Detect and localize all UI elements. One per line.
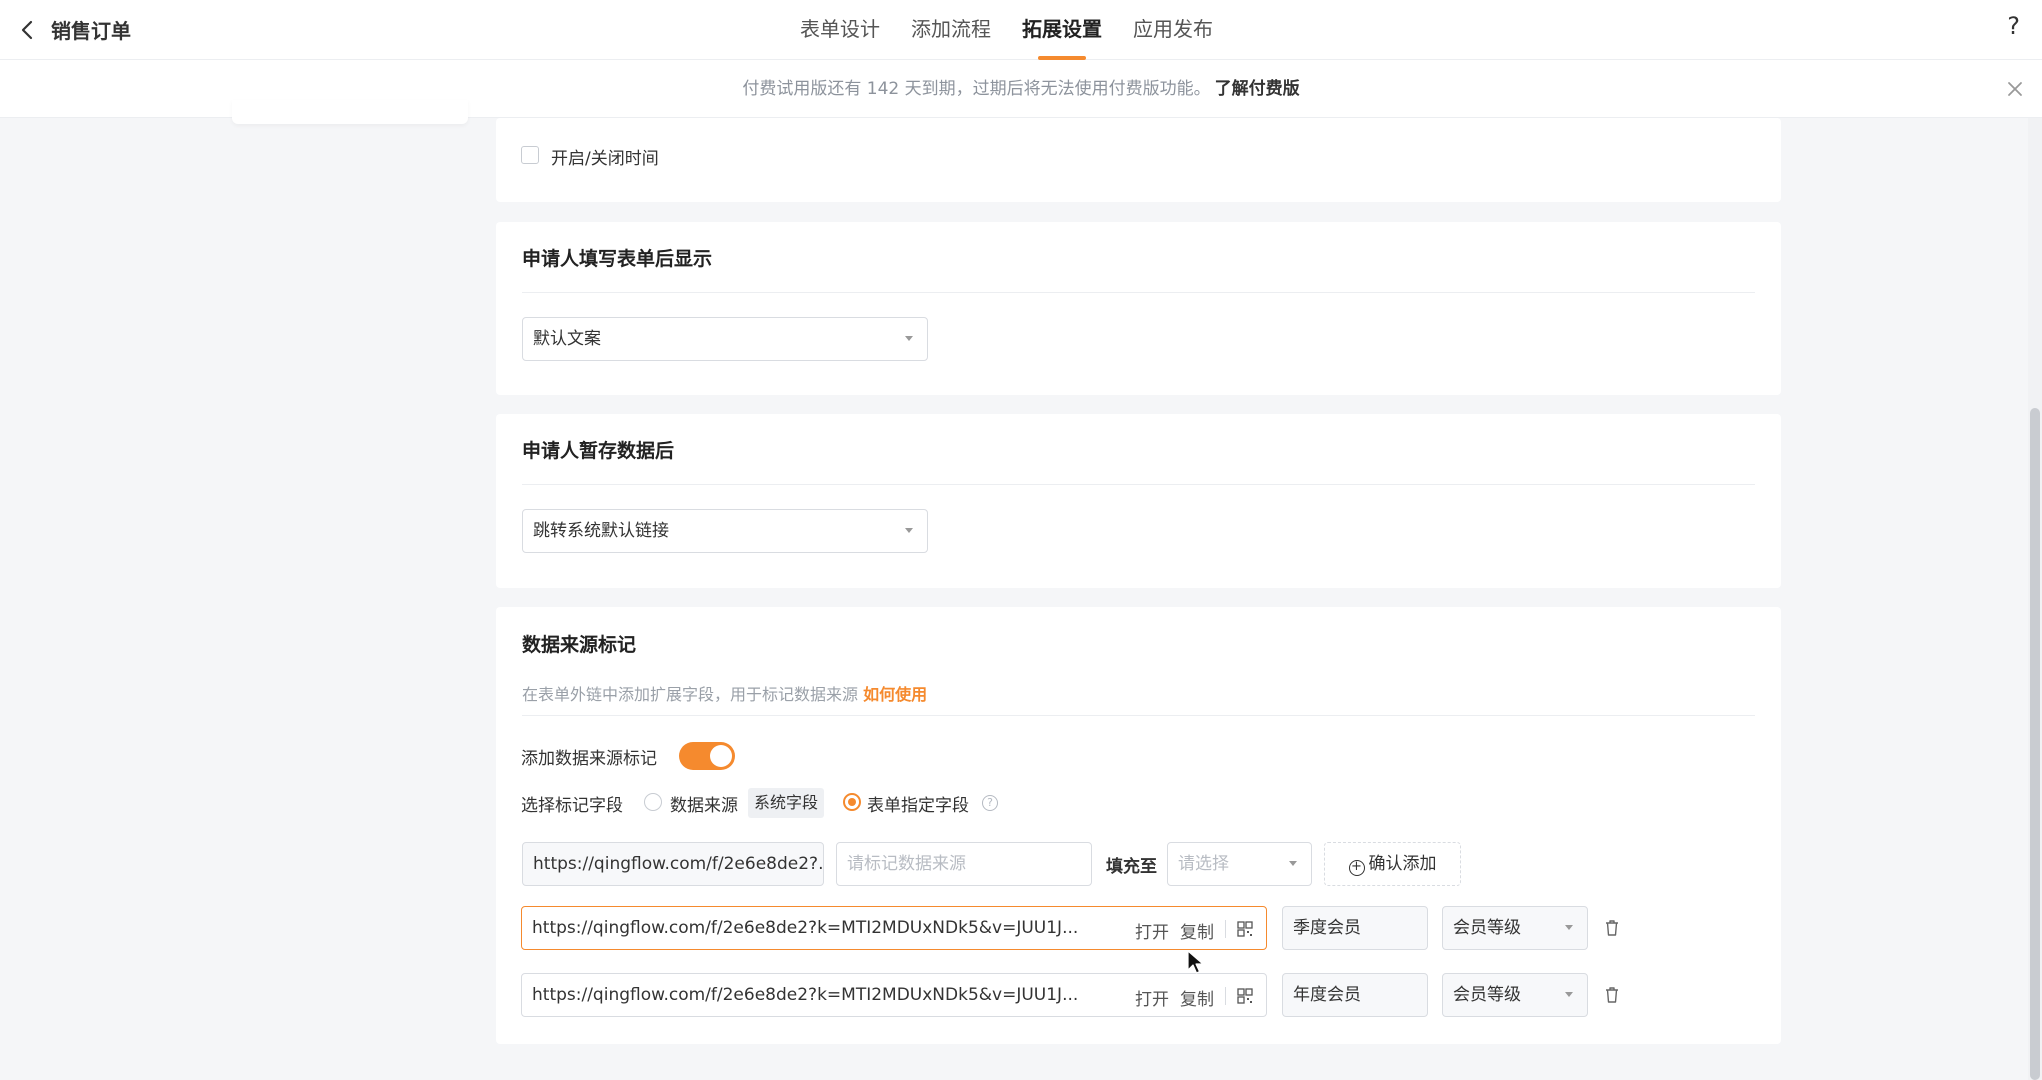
copy-link-button[interactable]: 复制	[1180, 918, 1214, 943]
target-field-value: 会员等级	[1453, 918, 1521, 938]
system-field-tag: 系统字段	[748, 788, 825, 818]
target-field-select[interactable]: 会员等级	[1442, 973, 1588, 1017]
radio-form-field[interactable]	[843, 793, 861, 811]
separator	[1225, 987, 1226, 1005]
confirm-add-label: 确认添加	[1368, 854, 1437, 874]
toggle-knob	[710, 745, 732, 767]
fill-field-select[interactable]: 请选择	[1167, 842, 1312, 886]
select-tag-field-label: 选择标记字段	[521, 796, 623, 816]
after-save-title: 申请人暂存数据后	[522, 440, 675, 462]
copy-link-button[interactable]: 复制	[1180, 985, 1214, 1010]
divider	[522, 292, 1755, 293]
trash-icon[interactable]	[1603, 985, 1621, 1005]
left-panel-stub	[232, 100, 468, 124]
fill-field-placeholder: 请选择	[1178, 854, 1229, 874]
after-fill-card: 申请人填写表单后显示 默认文案	[496, 222, 1781, 395]
new-link-url: https://qingflow.com/f/2e6e8de2?...	[522, 842, 824, 886]
source-value-field[interactable]: 年度会员	[1282, 973, 1428, 1017]
top-header: 销售订单 表单设计 添加流程 拓展设置 应用发布 ?	[0, 0, 2042, 60]
how-to-use-link[interactable]: 如何使用	[863, 685, 927, 704]
learn-paid-version-link[interactable]: 了解付费版	[1215, 79, 1300, 99]
source-tag-input[interactable]: 请标记数据来源	[836, 842, 1092, 886]
caret-down-icon	[905, 336, 913, 341]
after-fill-select-value: 默认文案	[533, 329, 601, 349]
after-save-select-value: 跳转系统默认链接	[533, 521, 669, 541]
radio-form-field-label: 表单指定字段	[867, 796, 969, 816]
notice-text: 付费试用版还有 142 天到期，过期后将无法使用付费版功能。	[742, 79, 1211, 99]
open-close-time-checkbox[interactable]	[521, 146, 539, 164]
radio-data-source-label: 数据来源	[670, 796, 738, 816]
target-field-value: 会员等级	[1453, 985, 1521, 1005]
add-source-tag-label: 添加数据来源标记	[521, 749, 657, 769]
data-source-card: 数据来源标记 在表单外链中添加扩展字段，用于标记数据来源 如何使用 添加数据来源…	[496, 607, 1781, 1044]
trash-icon[interactable]	[1603, 918, 1621, 938]
close-icon[interactable]	[2004, 78, 2026, 100]
data-source-title: 数据来源标记	[522, 634, 637, 656]
confirm-add-button[interactable]: + 确认添加	[1324, 842, 1461, 886]
after-save-select[interactable]: 跳转系统默认链接	[522, 509, 928, 553]
tagged-link-text: https://qingflow.com/f/2e6e8de2?k=MTI2MD…	[532, 918, 1079, 938]
after-fill-title: 申请人填写表单后显示	[522, 248, 713, 270]
chevron-left-icon[interactable]	[14, 16, 42, 44]
qr-code-icon[interactable]	[1237, 988, 1253, 1004]
scrollbar-thumb[interactable]	[2030, 408, 2040, 1080]
caret-down-icon	[905, 528, 913, 533]
data-source-hint: 在表单外链中添加扩展字段，用于标记数据来源 如何使用	[522, 681, 927, 705]
plus-circle-icon: +	[1348, 860, 1365, 876]
tab-form-design[interactable]: 表单设计	[800, 0, 880, 60]
hint-text: 在表单外链中添加扩展字段，用于标记数据来源	[522, 685, 859, 704]
tab-app-publish[interactable]: 应用发布	[1133, 0, 1213, 60]
main-tabs: 表单设计 添加流程 拓展设置 应用发布	[800, 0, 1244, 60]
divider	[522, 715, 1755, 716]
separator	[1225, 920, 1226, 938]
source-value-field[interactable]: 季度会员	[1282, 906, 1428, 950]
question-icon[interactable]: ?	[982, 795, 998, 811]
after-fill-select[interactable]: 默认文案	[522, 317, 928, 361]
caret-down-icon	[1565, 992, 1573, 997]
radio-data-source[interactable]	[644, 793, 662, 811]
mouse-cursor-icon	[1187, 950, 1204, 974]
qr-code-icon[interactable]	[1237, 921, 1253, 937]
app-title: 销售订单	[51, 19, 131, 43]
open-link-button[interactable]: 打开	[1135, 918, 1169, 943]
open-link-button[interactable]: 打开	[1135, 985, 1169, 1010]
fill-to-label: 填充至	[1106, 857, 1157, 877]
tagged-link-text: https://qingflow.com/f/2e6e8de2?k=MTI2MD…	[532, 985, 1079, 1005]
time-settings-card: 开启/关闭时间	[496, 118, 1781, 202]
tab-add-workflow[interactable]: 添加流程	[911, 0, 991, 60]
add-source-tag-toggle[interactable]	[679, 742, 735, 770]
tab-extension-settings[interactable]: 拓展设置	[1022, 0, 1102, 60]
after-save-card: 申请人暂存数据后 跳转系统默认链接	[496, 414, 1781, 588]
open-close-time-label: 开启/关闭时间	[551, 149, 659, 169]
target-field-select[interactable]: 会员等级	[1442, 906, 1588, 950]
caret-down-icon	[1289, 861, 1297, 866]
help-icon[interactable]: ?	[2007, 12, 2020, 40]
divider	[522, 484, 1755, 485]
caret-down-icon	[1565, 925, 1573, 930]
